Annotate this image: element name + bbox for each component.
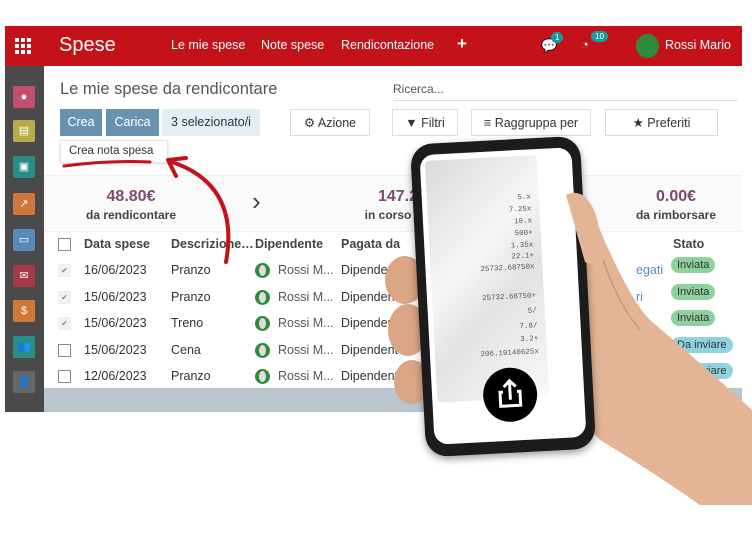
phone-screen: 5.x 7.25x 10.x 500+ 1.35x 22.1+ 25732.68750x 25… xyxy=(419,147,587,445)
receipt-line: 7.8/ xyxy=(519,322,538,332)
share-button[interactable] xyxy=(481,366,539,424)
hand xyxy=(385,189,752,505)
receipt-line: 3.2+ xyxy=(520,335,539,345)
smartphone: 5.x 7.25x 10.x 500+ 1.35x 22.1+ 25732.68750x 25… xyxy=(409,135,597,458)
receipt-line: 22.1+ xyxy=(511,252,535,262)
receipt-line: 1.35x xyxy=(510,241,534,251)
receipt-line: 25732.68750+ xyxy=(481,292,537,304)
receipt-photo: 5.x 7.25x 10.x 500+ 1.35x 22.1+ 25732.68750x 25… xyxy=(424,155,550,403)
receipt-line: 206.19140625x xyxy=(480,348,540,360)
receipt-line: 25732.68750x xyxy=(480,263,535,275)
receipt-line: 500+ xyxy=(514,229,533,239)
receipt-line: 7.25x xyxy=(508,205,532,215)
receipt-line: 5.x xyxy=(517,193,532,203)
receipt-line: 10.x xyxy=(513,217,533,227)
share-icon xyxy=(498,378,523,408)
receipt-line: 5/ xyxy=(527,307,538,316)
